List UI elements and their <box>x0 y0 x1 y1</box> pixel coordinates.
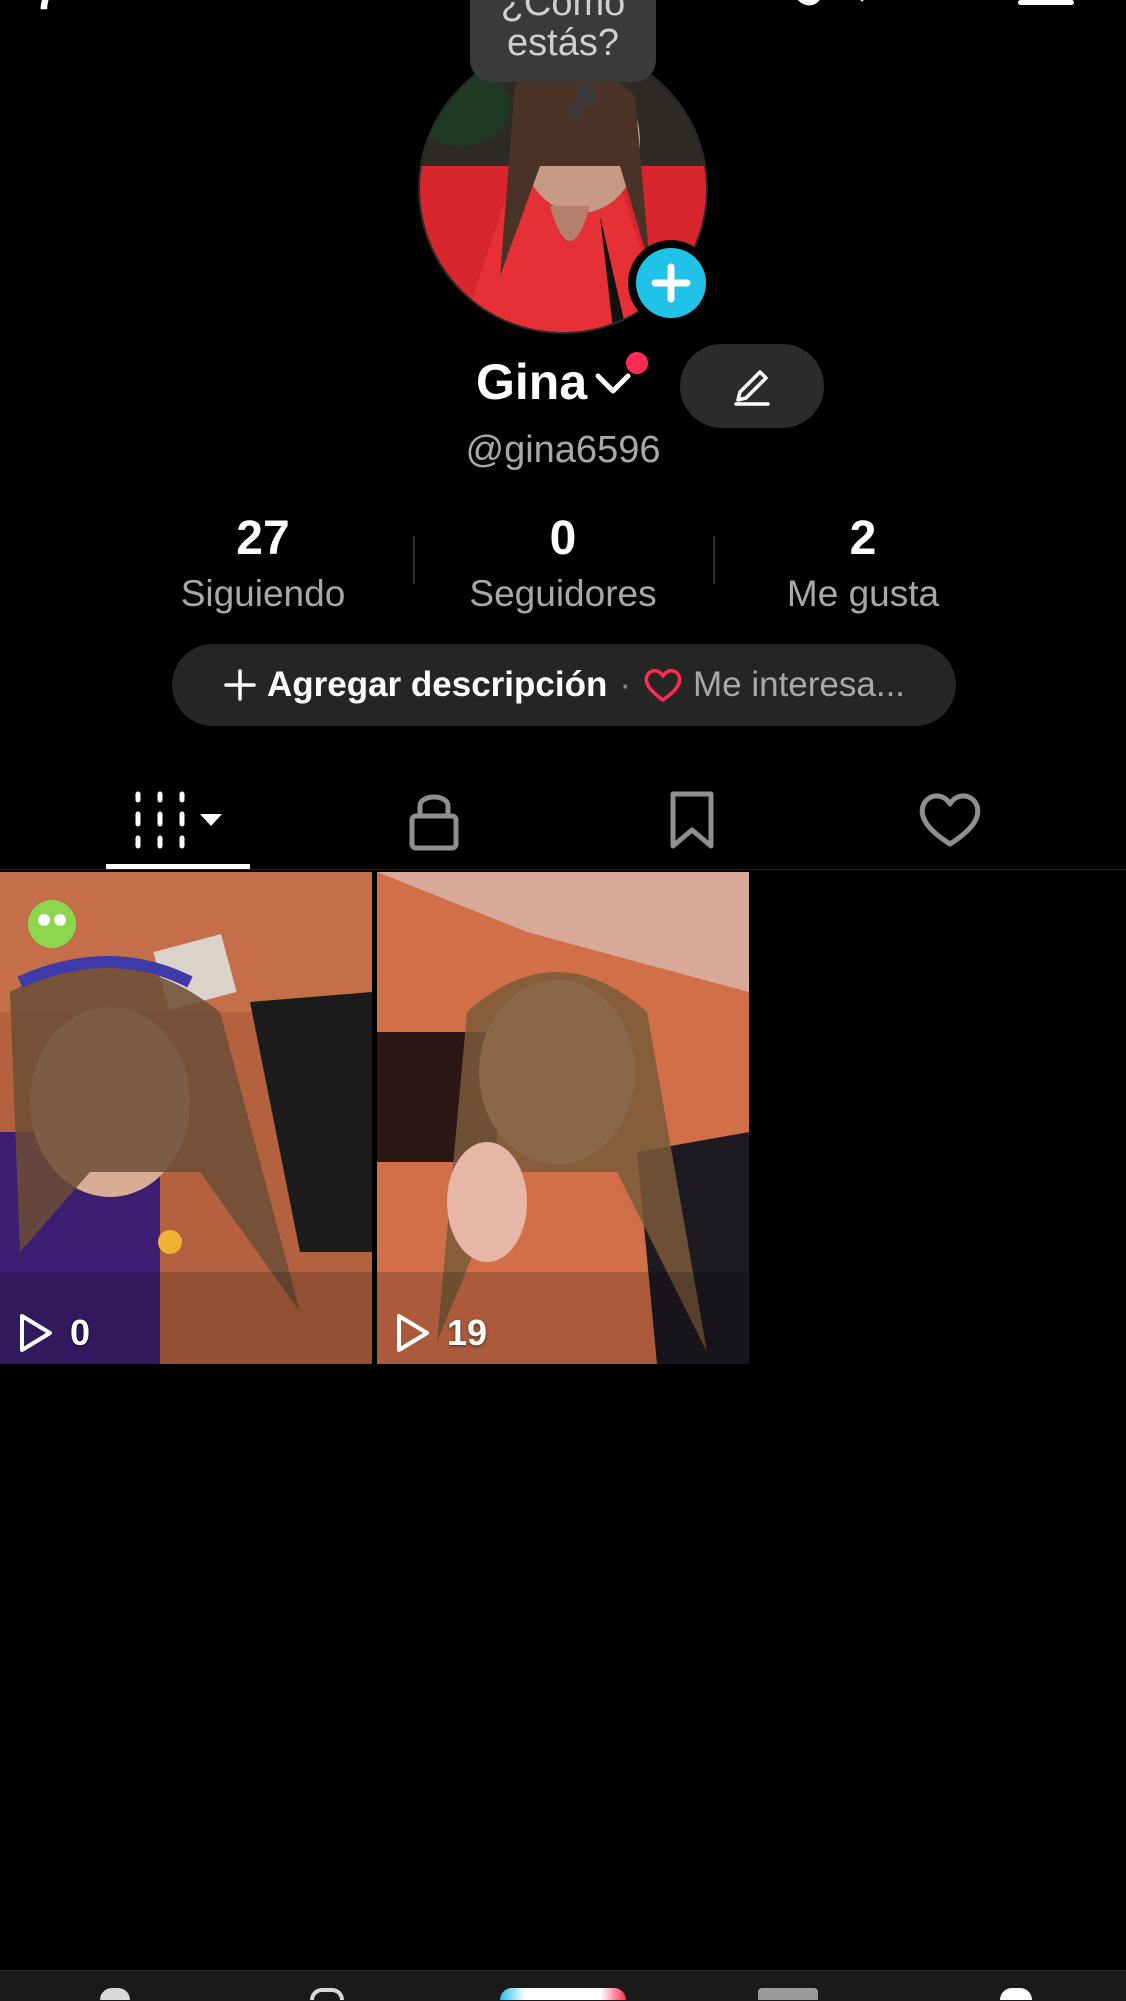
heart-icon <box>919 793 981 847</box>
stat-likes-label: Me gusta <box>786 573 940 614</box>
tab-videos[interactable] <box>108 770 248 870</box>
tab-private[interactable] <box>364 770 504 870</box>
status-bubble[interactable]: ¿Cómo estás? <box>470 0 656 82</box>
heart-outline-icon <box>644 669 682 702</box>
stat-divider <box>413 536 415 584</box>
stat-following[interactable]: 27 Siguiendo <box>143 510 383 618</box>
view-count-value: 0 <box>70 1312 91 1353</box>
view-count: 0 <box>16 1312 90 1354</box>
profile-handle: @gina6596 <box>465 429 661 471</box>
stat-following-value: 27 <box>236 512 290 565</box>
chevron-down-icon[interactable] <box>592 368 634 398</box>
stat-likes-value: 2 <box>849 512 877 565</box>
bubble-tail <box>575 84 597 106</box>
bubble-dot <box>568 104 582 118</box>
home-icon[interactable] <box>100 1988 130 2000</box>
stat-followers-value: 0 <box>549 512 577 565</box>
profile-nav-icon[interactable] <box>1000 1988 1032 2000</box>
view-count: 19 <box>393 1312 487 1354</box>
stat-following-label: Siguiendo <box>180 573 346 614</box>
add-description-label: Agregar descripción <box>266 665 608 704</box>
status-bubble-line2: estás? <box>507 22 619 65</box>
tabs-divider <box>0 869 1126 870</box>
description-separator: · <box>619 665 631 704</box>
stat-divider <box>713 536 715 584</box>
profile-name[interactable]: Gina <box>476 352 587 412</box>
inbox-icon[interactable] <box>758 1988 818 2000</box>
play-icon <box>20 1314 52 1352</box>
tab-saved[interactable] <box>622 770 762 870</box>
menu-icon[interactable] <box>1018 0 1074 5</box>
add-photo-button[interactable] <box>628 240 714 326</box>
create-button[interactable] <box>500 1988 626 2000</box>
plus-icon <box>636 248 706 318</box>
view-count-value: 19 <box>447 1312 488 1353</box>
stat-followers-label: Seguidores <box>469 573 657 614</box>
friends-icon[interactable] <box>310 1988 344 2000</box>
notification-dot <box>626 352 648 374</box>
video-thumbnail-image <box>0 872 372 1364</box>
add-description-button[interactable]: Agregar descripción · Me interesa... <box>172 644 956 726</box>
status-bubble-line1: ¿Cómo <box>500 0 626 25</box>
top-right-icons[interactable] <box>780 0 910 10</box>
stat-likes[interactable]: 2 Me gusta <box>743 510 983 618</box>
interests-label: Me interesa... <box>693 665 906 704</box>
bookmark-icon <box>670 791 714 849</box>
top-left-icon[interactable]: 7 <box>34 0 60 20</box>
video-thumbnail-image <box>377 872 749 1364</box>
video-thumbnail[interactable]: 0 <box>0 872 372 1364</box>
lock-icon <box>409 794 459 851</box>
tab-liked[interactable] <box>880 770 1020 870</box>
plus-icon <box>224 669 256 701</box>
pencil-icon <box>734 370 770 406</box>
stat-followers[interactable]: 0 Seguidores <box>443 510 683 618</box>
video-thumbnail[interactable]: 19 <box>377 872 749 1364</box>
play-icon <box>397 1314 429 1352</box>
videos-grid-icon <box>135 791 222 849</box>
edit-profile-button[interactable] <box>680 344 824 428</box>
